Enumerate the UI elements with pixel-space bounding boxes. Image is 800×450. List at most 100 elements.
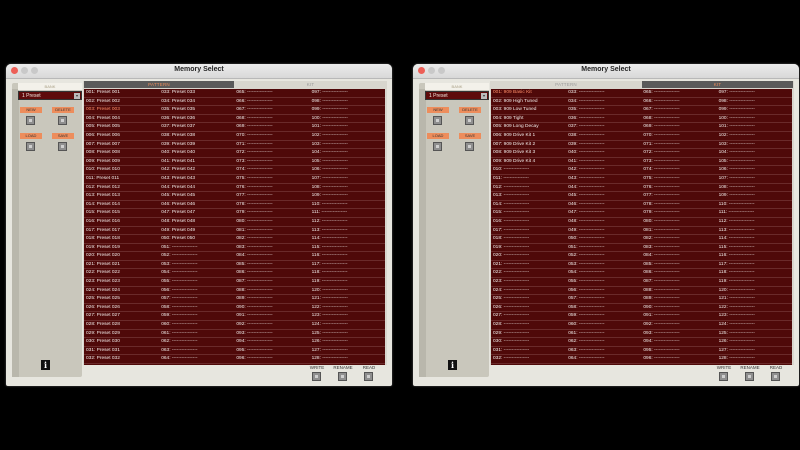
info-icon[interactable]: i [41, 360, 50, 370]
memory-slot[interactable]: 055: ---------------- [566, 278, 643, 287]
memory-slot[interactable]: 053: ---------------- [566, 261, 643, 270]
read-button[interactable] [771, 372, 780, 381]
memory-slot[interactable]: 009: 909 Drive Kit 4 [491, 158, 567, 167]
memory-slot[interactable]: 083: ---------------- [641, 244, 718, 253]
memory-slot[interactable]: 127: ---------------- [716, 347, 792, 356]
memory-slot[interactable]: 074: ---------------- [234, 166, 311, 175]
memory-slot[interactable]: 119: ---------------- [309, 278, 385, 287]
memory-slot[interactable]: 097: ---------------- [716, 89, 792, 98]
memory-slot[interactable]: 028: ---------------- [491, 321, 567, 330]
delete-square-button[interactable] [58, 116, 67, 125]
load-square-button[interactable] [26, 142, 35, 151]
memory-slot[interactable]: 100: ---------------- [309, 115, 385, 124]
memory-slot[interactable]: 015: Preset 015 [84, 209, 160, 218]
memory-slot[interactable]: 020: Preset 020 [84, 252, 160, 261]
memory-slot[interactable]: 051: ---------------- [566, 244, 643, 253]
memory-slot[interactable]: 023: Preset 023 [84, 278, 160, 287]
memory-slot[interactable]: 021: Preset 021 [84, 261, 160, 270]
memory-slot[interactable]: 107: ---------------- [309, 175, 385, 184]
save-button[interactable]: SAVE [459, 133, 481, 139]
memory-slot[interactable]: 058: ---------------- [159, 304, 236, 313]
memory-slot[interactable]: 028: Preset 028 [84, 321, 160, 330]
memory-slot[interactable]: 012: ---------------- [491, 184, 567, 193]
memory-slot[interactable]: 054: ---------------- [159, 269, 236, 279]
memory-slot[interactable]: 019: Preset 019 [84, 244, 160, 253]
memory-slot[interactable]: 114: ---------------- [716, 235, 792, 244]
memory-slot[interactable]: 058: ---------------- [566, 304, 643, 313]
memory-slot[interactable]: 047: ---------------- [566, 209, 643, 218]
memory-slot[interactable]: 010: Preset 010 [84, 166, 160, 175]
memory-slot[interactable]: 032: ---------------- [491, 355, 567, 364]
memory-slot[interactable]: 105: ---------------- [716, 158, 792, 167]
memory-slot[interactable]: 003: Preset 003 [84, 106, 160, 115]
memory-slot[interactable]: 013: Preset 013 [84, 192, 160, 201]
memory-slot[interactable]: 120: ---------------- [309, 287, 385, 296]
memory-slot[interactable]: 001: Preset 001 [84, 89, 160, 98]
memory-slot[interactable]: 109: ---------------- [309, 192, 385, 201]
memory-slot[interactable]: 085: ---------------- [641, 261, 718, 270]
memory-slot[interactable]: 050: ---------------- [566, 235, 643, 244]
memory-slot[interactable]: 041: ---------------- [566, 158, 643, 167]
memory-slot[interactable]: 029: Preset 029 [84, 330, 160, 339]
memory-slot[interactable]: 085: ---------------- [234, 261, 311, 270]
memory-slot[interactable]: 072: ---------------- [234, 149, 311, 158]
memory-slot[interactable]: 081: ---------------- [234, 227, 311, 236]
memory-slot[interactable]: 121: ---------------- [309, 295, 385, 304]
memory-slot[interactable]: 061: ---------------- [159, 330, 236, 339]
memory-slot[interactable]: 102: ---------------- [716, 132, 792, 141]
memory-slot[interactable]: 004: Preset 004 [84, 115, 160, 124]
memory-slot[interactable]: 095: ---------------- [641, 347, 718, 356]
chevron-down-icon[interactable]: ▾ [74, 93, 80, 99]
memory-slot[interactable]: 054: ---------------- [566, 269, 643, 279]
memory-slot[interactable]: 016: ---------------- [491, 218, 567, 227]
memory-slot[interactable]: 089: ---------------- [234, 295, 311, 304]
memory-slot[interactable]: 008: Preset 008 [84, 149, 160, 158]
memory-slot[interactable]: 092: ---------------- [234, 321, 311, 330]
write-button[interactable] [719, 372, 728, 381]
read-button[interactable] [364, 372, 373, 381]
memory-slot[interactable]: 116: ---------------- [716, 252, 792, 261]
memory-slot[interactable]: 078: ---------------- [641, 201, 718, 210]
memory-slot[interactable]: 046: ---------------- [566, 201, 643, 210]
memory-slot[interactable]: 093: ---------------- [641, 330, 718, 339]
memory-slot[interactable]: 086: ---------------- [641, 269, 718, 279]
memory-slot[interactable]: 065: ---------------- [234, 89, 311, 98]
memory-slot[interactable]: 071: ---------------- [641, 141, 718, 150]
memory-slot[interactable]: 098: ---------------- [716, 98, 792, 107]
memory-slot[interactable]: 056: ---------------- [566, 287, 643, 296]
memory-slot[interactable]: 039: ---------------- [566, 141, 643, 150]
tab-kit[interactable]: KIT [235, 81, 386, 88]
memory-slot[interactable]: 051: ---------------- [159, 244, 236, 253]
memory-slot[interactable]: 014: ---------------- [491, 201, 567, 210]
memory-slot[interactable]: 005: 909 Long Decay [491, 123, 567, 132]
memory-slot[interactable]: 007: Preset 007 [84, 141, 160, 150]
memory-slot[interactable]: 060: ---------------- [566, 321, 643, 330]
memory-slot[interactable]: 128: ---------------- [309, 355, 385, 364]
memory-slot[interactable]: 042: Preset 042 [159, 166, 236, 175]
memory-slot[interactable]: 057: ---------------- [159, 295, 236, 304]
memory-slot[interactable]: 112: ---------------- [309, 218, 385, 227]
memory-slot[interactable]: 096: ---------------- [234, 355, 311, 364]
memory-slot[interactable]: 117: ---------------- [716, 261, 792, 270]
memory-slot[interactable]: 082: ---------------- [234, 235, 311, 244]
memory-slot[interactable]: 052: ---------------- [566, 252, 643, 261]
memory-slot[interactable]: 115: ---------------- [716, 244, 792, 253]
memory-slot[interactable]: 030: ---------------- [491, 338, 567, 347]
memory-slot[interactable]: 108: ---------------- [309, 184, 385, 193]
memory-slot[interactable]: 010: ---------------- [491, 166, 567, 175]
memory-slot[interactable]: 043: Preset 043 [159, 175, 236, 184]
memory-slot[interactable]: 041: Preset 041 [159, 158, 236, 167]
tab-pattern[interactable]: PATTERN [491, 81, 641, 88]
memory-slot[interactable]: 090: ---------------- [234, 304, 311, 313]
memory-slot[interactable]: 099: ---------------- [309, 106, 385, 115]
memory-slot[interactable]: 018: ---------------- [491, 235, 567, 244]
memory-slot[interactable]: 080: ---------------- [234, 218, 311, 227]
memory-slot[interactable]: 104: ---------------- [716, 149, 792, 158]
memory-slot[interactable]: 070: ---------------- [234, 132, 311, 141]
memory-slot[interactable]: 045: ---------------- [566, 192, 643, 201]
bank-select[interactable]: 1 Preset ▾ [18, 91, 82, 100]
memory-slot[interactable]: 090: ---------------- [641, 304, 718, 313]
title-bar[interactable]: Memory Select [413, 64, 799, 79]
memory-slot[interactable]: 062: ---------------- [566, 338, 643, 347]
memory-slot[interactable]: 064: ---------------- [159, 355, 236, 364]
